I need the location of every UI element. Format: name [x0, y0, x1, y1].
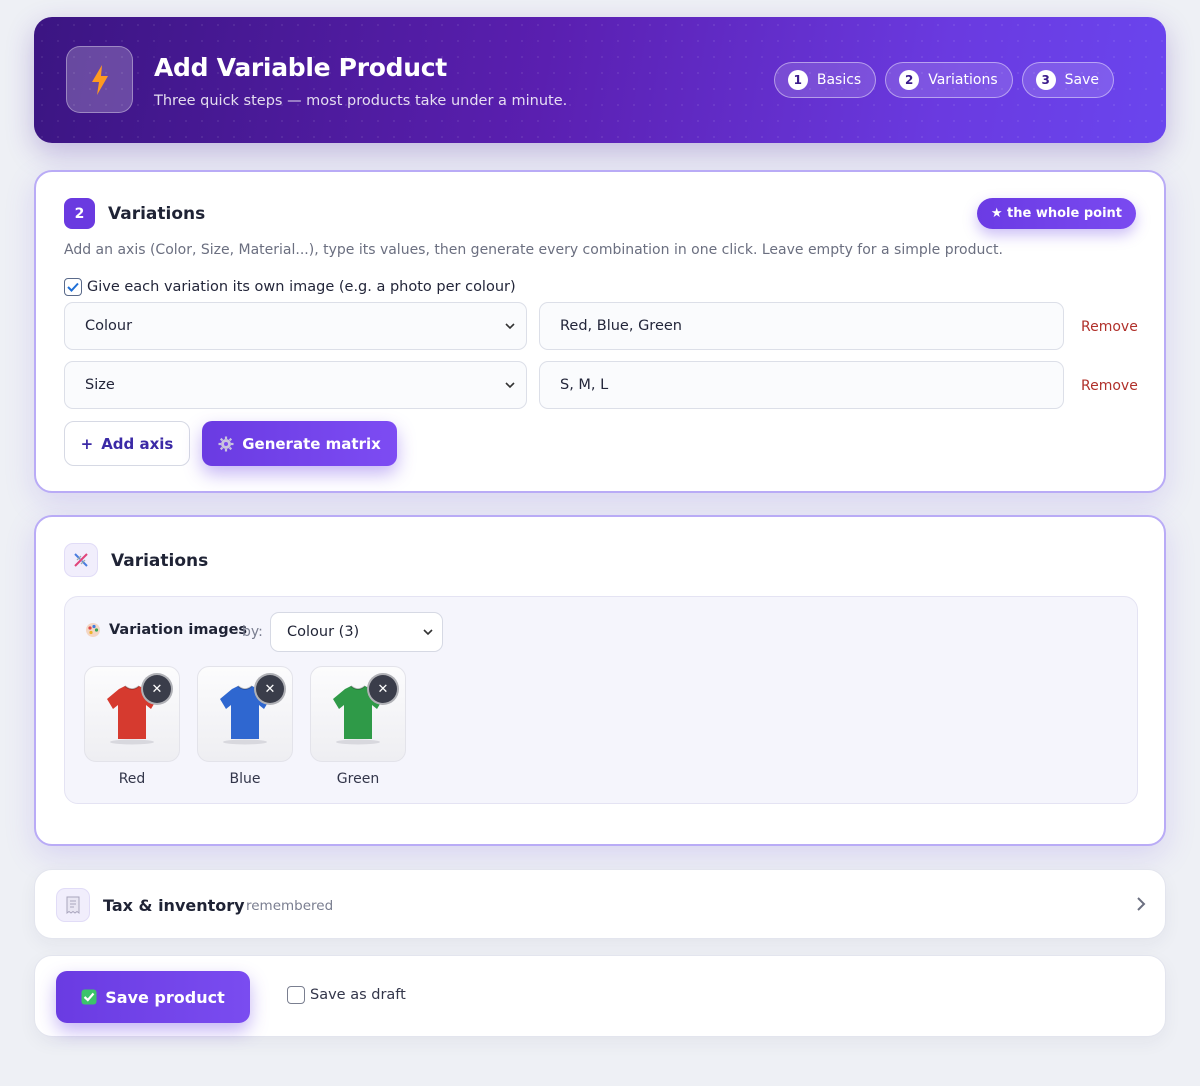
add-axis-button[interactable]: + Add axis [64, 421, 190, 466]
dna-icon [64, 543, 98, 577]
page-subtitle: Three quick steps — most products take u… [154, 93, 568, 109]
remove-image-button[interactable]: ✕ [254, 673, 286, 705]
axis-select-size[interactable]: Size [64, 361, 527, 409]
generate-matrix-button[interactable]: Generate matrix [202, 421, 397, 466]
step-number: 3 [1035, 70, 1056, 90]
save-as-draft-checkbox[interactable] [287, 986, 305, 1004]
variation-image-label: Green [336, 771, 380, 787]
axis-values: S, M, L [560, 377, 609, 393]
remove-axis-button[interactable]: Remove [1081, 378, 1138, 394]
variation-images-heading: Variation images [85, 622, 247, 638]
variation-image-checkbox[interactable] [64, 278, 82, 296]
step-badge: 2 [64, 198, 95, 229]
remove-image-button[interactable]: ✕ [367, 673, 399, 705]
lightning-icon [66, 46, 133, 113]
chevron-down-icon [505, 323, 515, 330]
heading-label: Variation images [109, 622, 248, 638]
variation-image-red[interactable]: ✕ [84, 666, 180, 762]
step-save[interactable]: 3 Save [1021, 62, 1114, 98]
save-product-button[interactable]: Save product [56, 971, 250, 1023]
step-label: Basics [816, 72, 862, 88]
step-number: 2 [899, 70, 920, 90]
step-number: 1 [787, 70, 808, 90]
checkbox-label: Give each variation its own image (e.g. … [87, 279, 516, 295]
card-title: Variations [111, 551, 209, 571]
variations-config-card: 2 Variations ★ the whole point Add an ax… [34, 170, 1166, 493]
by-label: by: [242, 624, 263, 640]
save-as-draft-option[interactable]: Save as draft [287, 986, 406, 1004]
remove-axis-button[interactable]: Remove [1081, 319, 1138, 335]
receipt-icon [56, 888, 90, 922]
page-title: Add Variable Product [154, 53, 447, 82]
checkbox-label: Save as draft [310, 987, 406, 1003]
step-label: Variations [928, 72, 998, 88]
variation-image-blue[interactable]: ✕ [197, 666, 293, 762]
step-basics[interactable]: 1 Basics [773, 62, 877, 98]
axis-values-input-colour[interactable]: Red, Blue, Green [539, 302, 1064, 350]
help-text: Add an axis (Color, Size, Material...), … [64, 242, 1003, 258]
remove-image-button[interactable]: ✕ [141, 673, 173, 705]
highlight-badge: ★ the whole point [976, 198, 1136, 229]
chevron-down-icon [505, 382, 515, 389]
check-box-icon [81, 989, 97, 1005]
axis-select-colour[interactable]: Colour [64, 302, 527, 350]
palette-icon [86, 623, 100, 637]
card-title: Variations [108, 204, 206, 224]
variation-image-label: Red [118, 771, 146, 787]
axis-name: Colour [85, 318, 133, 334]
variation-image-label: Blue [229, 771, 261, 787]
variation-image-green[interactable]: ✕ [310, 666, 406, 762]
stepper: 1 Basics 2 Variations 3 Save [773, 62, 1114, 98]
section-subtitle: remembered [246, 898, 334, 914]
page-header: Add Variable Product Three quick steps —… [34, 17, 1166, 143]
step-label: Save [1064, 72, 1099, 88]
plus-icon: + [80, 434, 94, 453]
gear-icon [218, 436, 234, 451]
select-value: Colour (3) [287, 624, 360, 640]
tax-inventory-section[interactable]: Tax & inventory remembered [34, 869, 1166, 939]
button-label: Generate matrix [242, 434, 381, 453]
chevron-right-icon[interactable] [1135, 896, 1147, 912]
variation-images-panel: Variation images by: Colour (3) ✕ Red ✕ … [64, 596, 1138, 804]
image-axis-select[interactable]: Colour (3) [270, 612, 443, 652]
axis-values-input-size[interactable]: S, M, L [539, 361, 1064, 409]
axis-values: Red, Blue, Green [560, 318, 682, 334]
footer-actions: Save product Save as draft [34, 955, 1166, 1037]
section-title: Tax & inventory [103, 896, 245, 915]
chevron-down-icon [423, 629, 433, 636]
button-label: Save product [105, 987, 225, 1007]
step-variations[interactable]: 2 Variations [885, 62, 1013, 98]
variation-image-option[interactable]: Give each variation its own image (e.g. … [64, 278, 516, 296]
variations-matrix-card: Variations Variation images by: Colour (… [34, 515, 1166, 846]
axis-name: Size [85, 377, 115, 393]
button-label: Add axis [101, 434, 174, 453]
